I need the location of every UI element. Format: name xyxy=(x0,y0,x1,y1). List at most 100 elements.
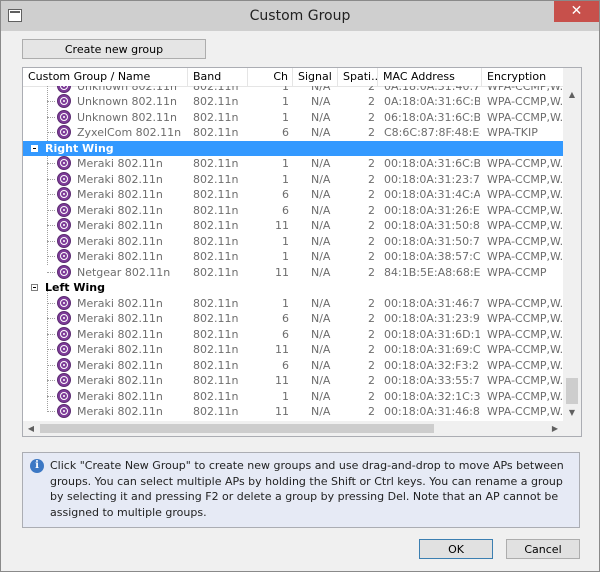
window-title: Custom Group xyxy=(249,8,351,24)
collapse-icon[interactable] xyxy=(31,144,38,152)
ap-band: 802.11n xyxy=(193,157,239,170)
group-name: Right Wing xyxy=(45,141,114,155)
table-row[interactable]: Meraki 802.11n 802.11n 6 N/A 2 00:18:0A:31:23… xyxy=(23,311,563,327)
table-row[interactable]: Meraki 802.11n 802.11n 6 N/A 2 00:18:0A:31:6D… xyxy=(23,326,563,343)
ap-enc: WPA-CCMP,W... xyxy=(487,86,563,93)
table-row[interactable]: Meraki 802.11n 802.11n 11 N/A 2 00:18:0A:31:4… xyxy=(23,404,563,420)
table-row[interactable]: Meraki 802.11n 802.11n 1 N/A 2 00:18:0A:31:50… xyxy=(23,233,563,250)
ap-ch: 1 xyxy=(282,296,289,310)
group-name: Left Wing xyxy=(45,281,105,294)
column-header-band[interactable]: Band xyxy=(188,68,248,86)
ap-mac: 00:18:0A:31:50:8A xyxy=(384,219,480,232)
ap-signal: N/A xyxy=(311,110,331,124)
group-row[interactable]: Right Wing xyxy=(23,140,563,156)
ap-spatial: 2 xyxy=(368,110,375,124)
table-row[interactable]: Netgear 802.11n 802.11n 11 N/A 2 84:1B:5E:A8:… xyxy=(23,264,563,281)
ap-enc: WPA-CCMP,W... xyxy=(487,95,563,108)
wifi-icon xyxy=(57,218,71,232)
ap-spatial: 2 xyxy=(368,405,375,418)
table-row[interactable]: Meraki 802.11n 802.11n 6 N/A 2 00:18:0A:32:F3… xyxy=(23,357,563,374)
table-row[interactable]: Unknown 802.11n 802.11n 1 N/A 2 06:18:0A:31:6… xyxy=(23,109,563,126)
cancel-button[interactable]: Cancel xyxy=(506,539,580,559)
ap-mac: 00:18:0A:31:23:7B xyxy=(384,172,480,186)
ap-signal: N/A xyxy=(311,327,331,341)
wifi-icon xyxy=(57,233,71,248)
info-icon: i xyxy=(30,459,44,473)
ap-signal: N/A xyxy=(311,234,331,248)
table-row[interactable]: Meraki 802.11n 802.11n 11 N/A 2 00:18:0A:31:6… xyxy=(23,342,563,358)
ap-signal: N/A xyxy=(311,203,331,217)
column-header-signal[interactable]: Signal xyxy=(293,68,338,86)
ap-name: Unknown 802.11n xyxy=(77,86,178,93)
table-row[interactable]: Meraki 802.11n 802.11n 11 N/A 2 00:18:0A:33:5… xyxy=(23,373,563,389)
collapse-icon[interactable] xyxy=(31,284,38,291)
horizontal-scroll-thumb[interactable] xyxy=(40,424,434,433)
ap-name: Meraki 802.11n xyxy=(77,389,163,403)
ap-band: 802.11n xyxy=(193,389,239,403)
column-header-encryption[interactable]: Encryption xyxy=(482,68,563,86)
table-row[interactable]: Meraki 802.11n 802.11n 1 N/A 2 00:18:0A:31:6C… xyxy=(23,156,563,172)
ap-name: Meraki 802.11n xyxy=(77,188,163,201)
ap-ch: 1 xyxy=(282,172,289,186)
column-header-ch[interactable]: Ch xyxy=(248,68,293,86)
table-row[interactable]: ZyxelCom 802.11n 802.11n 6 N/A 2 C8:6C:87:8F:… xyxy=(23,125,563,141)
create-new-group-button[interactable]: Create new group xyxy=(22,39,206,59)
ap-band: 802.11n xyxy=(193,95,239,108)
ap-enc: WPA-CCMP,W... xyxy=(487,188,563,201)
table-row[interactable]: Meraki 802.11n 802.11n 11 N/A 2 00:18:0A:31:5… xyxy=(23,218,563,234)
ap-spatial: 2 xyxy=(368,157,375,170)
ap-ch: 6 xyxy=(282,358,289,372)
table-row[interactable]: Meraki 802.11n 802.11n 1 N/A 2 00:18:0A:31:23… xyxy=(23,171,563,188)
ap-signal: N/A xyxy=(311,157,331,170)
table-row[interactable]: Meraki 802.11n 802.11n 1 N/A 2 00:18:0A:32:1C… xyxy=(23,388,563,405)
wifi-icon xyxy=(57,171,71,186)
table-row[interactable]: Meraki 802.11n 802.11n 6 N/A 2 00:18:0A:31:4C… xyxy=(23,187,563,203)
table-row[interactable]: Unknown 802.11n 802.11n 1 N/A 2 0A:18:0A:31:6… xyxy=(23,94,563,110)
ap-spatial: 2 xyxy=(368,358,375,372)
tree-branch-line xyxy=(47,225,55,226)
table-row[interactable]: Meraki 802.11n 802.11n 6 N/A 2 00:18:0A:31:26… xyxy=(23,202,563,219)
scroll-right-icon[interactable]: ▶ xyxy=(547,421,563,436)
ok-button[interactable]: OK xyxy=(419,539,493,559)
wifi-icon xyxy=(57,156,71,170)
ap-enc: WPA-CCMP xyxy=(487,265,547,279)
wifi-icon xyxy=(57,388,71,403)
ap-signal: N/A xyxy=(311,374,331,387)
scroll-left-icon[interactable]: ◀ xyxy=(23,421,39,436)
ap-name: Meraki 802.11n xyxy=(77,172,163,186)
table-row[interactable]: Meraki 802.11n 802.11n 1 N/A 2 00:18:0A:31:46… xyxy=(23,295,563,312)
vertical-scrollbar[interactable]: ▲ ▼ xyxy=(563,68,581,421)
ap-group-tree-grid[interactable]: Custom Group / Name Band Ch Signal Spati… xyxy=(22,67,582,437)
tree-branch-line xyxy=(47,256,55,257)
ap-ch: 6 xyxy=(282,203,289,217)
ap-band: 802.11n xyxy=(193,265,239,279)
ap-ch: 1 xyxy=(282,250,289,263)
ap-band: 802.11n xyxy=(193,110,239,124)
ap-spatial: 2 xyxy=(368,95,375,108)
ap-spatial: 2 xyxy=(368,296,375,310)
ap-name: Meraki 802.11n xyxy=(77,203,163,217)
ap-signal: N/A xyxy=(311,389,331,403)
horizontal-scrollbar[interactable]: ◀ ▶ xyxy=(23,421,563,436)
scroll-down-icon[interactable]: ▼ xyxy=(563,404,581,421)
column-header-mac[interactable]: MAC Address xyxy=(378,68,482,86)
ap-name: Meraki 802.11n xyxy=(77,250,163,263)
table-row[interactable]: Meraki 802.11n 802.11n 1 N/A 2 00:18:0A:38:57… xyxy=(23,249,563,265)
ap-enc: WPA-CCMP,W... xyxy=(487,343,563,356)
wifi-icon xyxy=(57,202,71,217)
vertical-scroll-thumb[interactable] xyxy=(566,378,578,404)
ap-ch: 1 xyxy=(282,110,289,124)
column-header-spatial[interactable]: Spati... xyxy=(338,68,378,86)
scroll-up-icon[interactable]: ▲ xyxy=(563,86,581,103)
ap-ch: 6 xyxy=(282,126,289,139)
grid-rows: Unknown 802.11n 802.11n 1 N/A 2 0A:18:0A:31:4… xyxy=(23,86,563,421)
ap-signal: N/A xyxy=(311,405,331,418)
ap-mac: 00:18:0A:31:6C:B6 xyxy=(384,157,480,170)
group-row[interactable]: Left Wing xyxy=(23,280,563,296)
ap-mac: 00:18:0A:33:55:7C xyxy=(384,374,480,387)
ap-enc: WPA-CCMP,W... xyxy=(487,203,563,217)
ap-band: 802.11n xyxy=(193,374,239,387)
ap-name: Meraki 802.11n xyxy=(77,343,163,356)
close-button[interactable]: ✕ xyxy=(554,1,599,22)
column-header-name[interactable]: Custom Group / Name xyxy=(23,68,188,86)
